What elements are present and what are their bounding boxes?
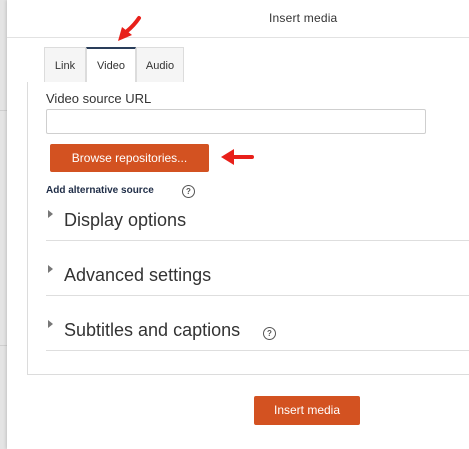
tab-audio[interactable]: Audio (136, 47, 184, 82)
dialog-header: Insert media (7, 0, 469, 38)
advanced-settings-section[interactable]: Advanced settings (46, 255, 469, 296)
display-options-section[interactable]: Display options (46, 200, 469, 241)
subtitles-captions-label: Subtitles and captions (64, 320, 241, 340)
add-alternative-source-link[interactable]: Add alternative source (46, 185, 154, 196)
insert-media-dialog: Insert media Link Video Audio Video sour… (7, 0, 469, 449)
help-icon[interactable]: ? (182, 185, 195, 198)
advanced-settings-label: Advanced settings (64, 265, 212, 285)
video-source-url-input[interactable] (46, 109, 426, 134)
video-source-url-label: Video source URL (46, 91, 152, 106)
tab-bar: Link Video Audio (44, 47, 469, 83)
caret-right-icon (48, 265, 53, 273)
tab-video[interactable]: Video (86, 47, 136, 83)
caret-right-icon (48, 320, 53, 328)
caret-right-icon (48, 210, 53, 218)
display-options-label: Display options (64, 210, 187, 230)
insert-media-button[interactable]: Insert media (254, 396, 360, 425)
subtitles-captions-section[interactable]: Subtitles and captions ? (46, 310, 469, 351)
dialog-title: Insert media (269, 11, 338, 25)
help-icon[interactable]: ? (263, 327, 276, 340)
annotation-arrow-icon (118, 16, 141, 41)
annotation-arrow-icon (221, 149, 254, 165)
browse-repositories-button[interactable]: Browse repositories... (50, 144, 209, 172)
tab-link[interactable]: Link (44, 47, 86, 82)
